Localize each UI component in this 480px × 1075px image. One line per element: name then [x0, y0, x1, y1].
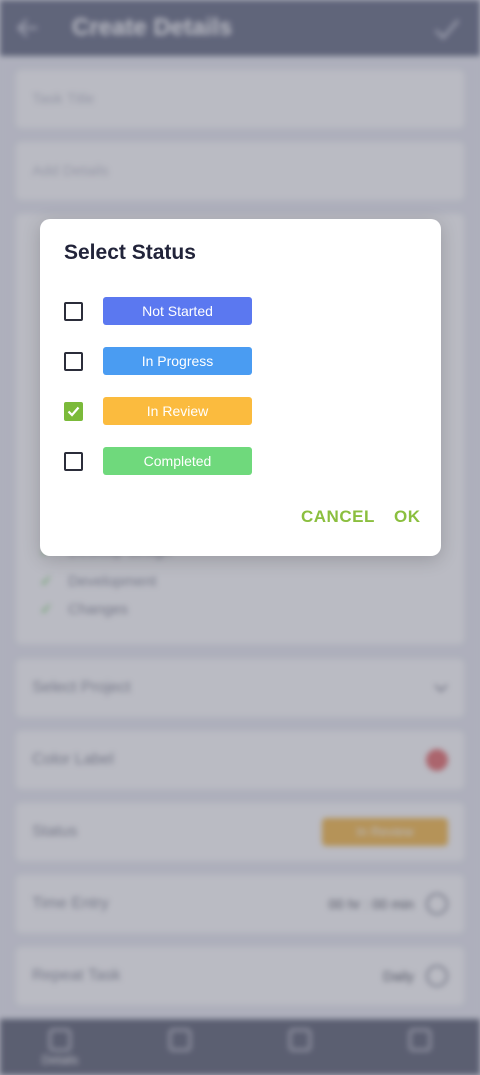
checkmark-icon: [67, 406, 80, 417]
status-pill: In Progress: [103, 347, 252, 375]
checkbox[interactable]: [64, 352, 83, 371]
cancel-button[interactable]: CANCEL: [301, 507, 375, 527]
status-pill: Completed: [103, 447, 252, 475]
status-option-not-started[interactable]: Not Started: [64, 297, 424, 325]
status-pill: Not Started: [103, 297, 252, 325]
status-pill: In Review: [103, 397, 252, 425]
status-option-completed[interactable]: Completed: [64, 447, 424, 475]
checkbox-checked[interactable]: [64, 402, 83, 421]
checkbox[interactable]: [64, 452, 83, 471]
select-status-dialog: Select Status Not Started In Progress In…: [40, 219, 441, 556]
status-option-in-progress[interactable]: In Progress: [64, 347, 424, 375]
checkbox[interactable]: [64, 302, 83, 321]
status-option-in-review[interactable]: In Review: [64, 397, 424, 425]
ok-button[interactable]: OK: [394, 507, 421, 527]
dialog-title: Select Status: [64, 241, 196, 264]
